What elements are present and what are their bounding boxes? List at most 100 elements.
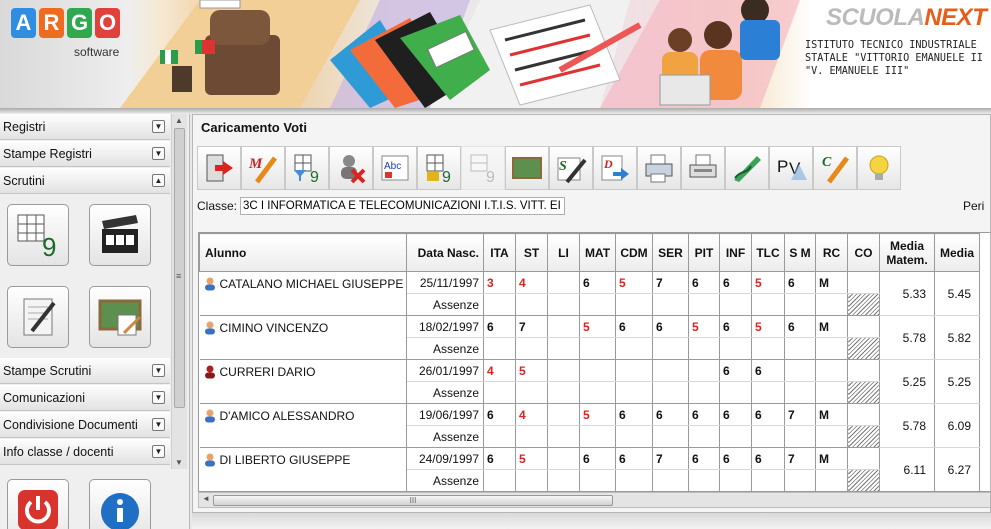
signature-button[interactable] bbox=[725, 146, 769, 190]
absence-cell[interactable] bbox=[515, 381, 548, 404]
absence-cell[interactable] bbox=[751, 381, 785, 404]
sidebar-scroll-thumb[interactable]: ≡ bbox=[174, 128, 185, 408]
grade-cell[interactable] bbox=[547, 403, 580, 426]
absence-cell[interactable] bbox=[579, 337, 616, 360]
absence-cell[interactable] bbox=[688, 381, 720, 404]
chevron-down-icon[interactable]: ▼ bbox=[152, 147, 165, 160]
grade-cell[interactable]: 6 bbox=[751, 447, 785, 470]
co-cell[interactable] bbox=[847, 271, 880, 294]
grade-cell[interactable] bbox=[547, 447, 580, 470]
table-row[interactable]: CIMINO VINCENZO 18/02/1997 6 7 5 6 6 5 6 5 6 M 5.78 5… bbox=[199, 315, 980, 360]
grade-cell[interactable]: 5 bbox=[515, 359, 548, 382]
tips-button[interactable] bbox=[857, 146, 901, 190]
column-header[interactable]: Media bbox=[934, 233, 980, 272]
grade-cell[interactable]: 6 bbox=[615, 447, 653, 470]
grade-cell[interactable]: 4 bbox=[483, 359, 516, 382]
absence-cell[interactable] bbox=[815, 337, 848, 360]
student-name-cell[interactable]: CIMINO VINCENZO bbox=[199, 315, 407, 360]
grade-cell[interactable]: 6 bbox=[719, 447, 752, 470]
grade-cell[interactable]: 5 bbox=[579, 403, 616, 426]
column-header[interactable]: INF bbox=[719, 233, 752, 272]
sidebar-scrollbar[interactable]: ▲ ≡ ▼ bbox=[171, 114, 187, 469]
scroll-left-icon[interactable]: ◄ bbox=[202, 494, 210, 503]
grade-cell[interactable] bbox=[615, 359, 653, 382]
remove-student-button[interactable] bbox=[329, 146, 373, 190]
grade-cell[interactable]: 6 bbox=[483, 447, 516, 470]
c-pencil-button[interactable]: C bbox=[813, 146, 857, 190]
calculator-disabled-button[interactable]: 9 bbox=[461, 146, 505, 190]
absence-cell[interactable] bbox=[719, 381, 752, 404]
class-field[interactable] bbox=[240, 197, 565, 215]
column-header[interactable]: ITA bbox=[483, 233, 516, 272]
sidebar-tile-clapperboard[interactable] bbox=[89, 204, 151, 266]
grade-cell[interactable]: 6 bbox=[719, 403, 752, 426]
absence-cell[interactable] bbox=[688, 337, 720, 360]
absence-cell[interactable] bbox=[615, 469, 653, 491]
absence-cell[interactable] bbox=[719, 293, 752, 316]
co-cell[interactable] bbox=[847, 403, 880, 426]
absence-cell[interactable] bbox=[483, 293, 516, 316]
grade-cell[interactable] bbox=[652, 359, 689, 382]
absence-cell[interactable] bbox=[719, 425, 752, 448]
print-button[interactable] bbox=[637, 146, 681, 190]
table-row[interactable]: CURRERI DARIO 26/01/1997 4 5 6 6 5.25 5.25 bbox=[199, 359, 980, 404]
grade-cell[interactable]: 6 bbox=[719, 359, 752, 382]
absence-cell[interactable] bbox=[688, 293, 720, 316]
chevron-down-icon[interactable]: ▼ bbox=[152, 418, 165, 431]
sidebar-tile-notes[interactable] bbox=[7, 286, 69, 348]
absence-cell[interactable] bbox=[547, 293, 580, 316]
grade-cell[interactable]: 5 bbox=[751, 271, 785, 294]
table-row[interactable]: DI LIBERTO GIUSEPPE 24/09/1997 6 5 6 6 7 6 6 6 7 M 6… bbox=[199, 447, 980, 491]
grade-cell[interactable]: M bbox=[815, 403, 848, 426]
column-header[interactable]: RC bbox=[815, 233, 848, 272]
grade-cell[interactable]: 6 bbox=[652, 315, 689, 338]
grade-cell[interactable]: 6 bbox=[719, 315, 752, 338]
student-name-cell[interactable]: CURRERI DARIO bbox=[199, 359, 407, 404]
grade-cell[interactable]: 5 bbox=[751, 315, 785, 338]
grade-cell[interactable]: 7 bbox=[515, 315, 548, 338]
absence-cell[interactable] bbox=[615, 381, 653, 404]
sidebar-tile-calculator[interactable]: 9 bbox=[7, 204, 69, 266]
absence-cell[interactable] bbox=[652, 293, 689, 316]
column-header[interactable]: Media Matem. bbox=[879, 233, 935, 272]
absence-cell[interactable] bbox=[688, 469, 720, 491]
absence-cell[interactable] bbox=[547, 425, 580, 448]
absence-cell[interactable] bbox=[751, 469, 785, 491]
absence-cell[interactable] bbox=[784, 469, 816, 491]
fax-button[interactable] bbox=[681, 146, 725, 190]
absence-cell[interactable] bbox=[652, 381, 689, 404]
grade-cell[interactable]: 7 bbox=[784, 447, 816, 470]
grade-cell[interactable] bbox=[784, 359, 816, 382]
blackboard-button[interactable] bbox=[505, 146, 549, 190]
sidebar-section-info-classe[interactable]: Info classe / docenti ▼ bbox=[0, 439, 170, 465]
grade-cell[interactable]: 5 bbox=[688, 315, 720, 338]
absence-cell[interactable] bbox=[579, 425, 616, 448]
absence-cell[interactable] bbox=[515, 469, 548, 491]
absence-cell[interactable] bbox=[615, 425, 653, 448]
calculator-lock-button[interactable]: 9 bbox=[417, 146, 461, 190]
column-header[interactable]: CDM bbox=[615, 233, 653, 272]
student-name-cell[interactable]: D'AMICO ALESSANDRO bbox=[199, 403, 407, 448]
absence-cell[interactable] bbox=[579, 381, 616, 404]
grade-cell[interactable]: 6 bbox=[719, 271, 752, 294]
sidebar-tile-blackboard[interactable] bbox=[89, 286, 151, 348]
horizontal-scrollbar[interactable]: ◄ III bbox=[198, 492, 990, 508]
chevron-down-icon[interactable]: ▼ bbox=[152, 445, 165, 458]
table-row[interactable]: CATALANO MICHAEL GIUSEPPE 25/11/1997 3 4 6 5 7… bbox=[199, 271, 980, 316]
grade-cell[interactable]: 3 bbox=[483, 271, 516, 294]
info-button[interactable] bbox=[89, 479, 151, 529]
grade-cell[interactable] bbox=[547, 271, 580, 294]
absence-cell[interactable] bbox=[751, 425, 785, 448]
absence-cell[interactable] bbox=[719, 469, 752, 491]
grade-cell[interactable]: 6 bbox=[784, 271, 816, 294]
grade-cell[interactable]: 4 bbox=[515, 403, 548, 426]
grade-cell[interactable]: 5 bbox=[515, 447, 548, 470]
absence-cell[interactable] bbox=[784, 425, 816, 448]
column-header[interactable]: LI bbox=[547, 233, 580, 272]
grade-cell[interactable] bbox=[547, 359, 580, 382]
grade-cell[interactable] bbox=[547, 315, 580, 338]
logout-button[interactable] bbox=[7, 479, 69, 529]
column-header[interactable]: TLC bbox=[751, 233, 785, 272]
absence-cell[interactable] bbox=[719, 337, 752, 360]
column-header[interactable]: Alunno bbox=[199, 233, 407, 272]
